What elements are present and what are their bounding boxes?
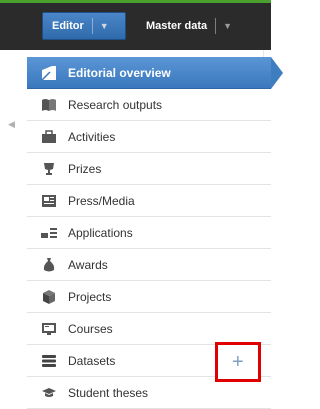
chevron-down-icon[interactable]: ▼ <box>100 21 109 31</box>
sidebar-item-label: Editorial overview <box>68 65 171 80</box>
sidebar-item-label: Applications <box>68 225 133 240</box>
sidebar-item-prizes[interactable]: Prizes <box>27 153 271 185</box>
sidebar-item-label: Awards <box>68 257 108 272</box>
add-dataset-highlight: + <box>215 342 261 382</box>
sidebar-item-label: Research outputs <box>68 97 163 112</box>
tab-separator <box>215 18 217 34</box>
newspaper-icon <box>40 193 58 209</box>
add-dataset-button[interactable]: + <box>232 350 244 374</box>
database-icon <box>40 353 58 369</box>
tab-editor-label: Editor <box>52 20 84 32</box>
sidebar-item-editorial-overview[interactable]: Editorial overview <box>27 57 283 89</box>
sidebar-item-press-media[interactable]: Press/Media <box>27 185 271 217</box>
sidebar-item-label: Press/Media <box>68 193 135 208</box>
sidebar-item-label: Prizes <box>68 161 102 176</box>
money-bag-icon <box>40 257 58 273</box>
sidebar-item-applications[interactable]: Applications <box>27 217 271 249</box>
sidebar-item-label: Student theses <box>68 385 149 400</box>
tab-editor[interactable]: Editor ▼ <box>42 12 126 40</box>
chevron-down-icon[interactable]: ▼ <box>223 21 232 31</box>
collapse-gutter: ◀ <box>0 50 22 396</box>
sidebar-item-label: Courses <box>68 321 113 336</box>
collapse-arrow-icon[interactable]: ◀ <box>8 119 15 130</box>
courses-icon <box>40 321 58 337</box>
top-navigation-bar: Editor ▼ Master data ▼ <box>0 0 271 50</box>
tab-master-data-label: Master data <box>146 20 208 32</box>
briefcase-icon <box>40 129 58 145</box>
sidebar-item-research-outputs[interactable]: Research outputs <box>27 89 271 121</box>
sidebar-item-courses[interactable]: Courses <box>27 313 271 345</box>
sidebar-item-awards[interactable]: Awards <box>27 249 271 281</box>
sidebar-item-label: Activities <box>68 129 116 144</box>
graduation-cap-icon <box>40 385 58 401</box>
trophy-icon <box>40 161 58 177</box>
editorial-icon <box>40 65 58 81</box>
active-indicator <box>271 57 283 89</box>
sidebar-item-label: Projects <box>68 289 112 304</box>
cube-icon <box>40 289 58 305</box>
book-icon <box>40 97 58 113</box>
sidebar-item-label: Datasets <box>68 353 116 368</box>
sidebar-item-activities[interactable]: Activities <box>27 121 271 153</box>
applications-icon <box>40 225 58 241</box>
tab-master-data[interactable]: Master data ▼ <box>137 12 267 40</box>
tab-separator <box>91 18 93 34</box>
sidebar-item-projects[interactable]: Projects <box>27 281 271 313</box>
